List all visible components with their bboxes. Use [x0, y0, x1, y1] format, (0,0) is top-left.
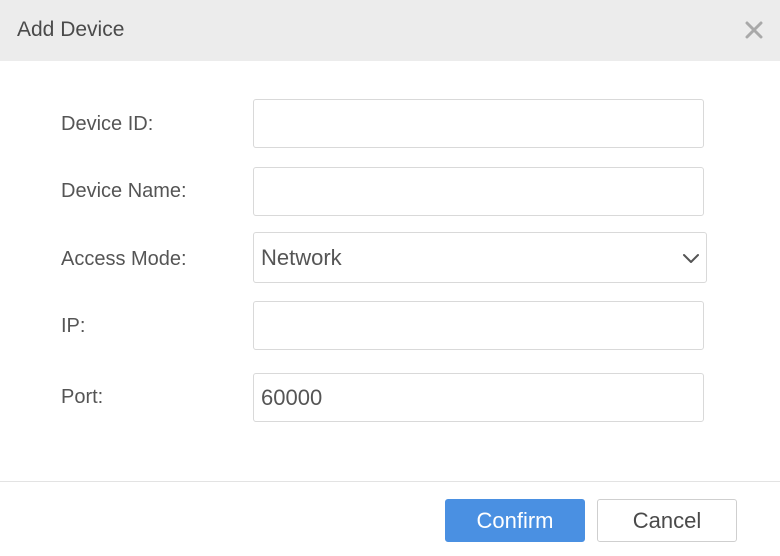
device-id-label: Device ID:	[61, 113, 154, 135]
dialog-header: Add Device	[0, 0, 780, 61]
ip-input[interactable]	[253, 301, 704, 350]
add-device-dialog: Add Device Device ID: Device Name: Acces…	[0, 0, 780, 556]
port-label: Port:	[61, 386, 104, 408]
footer-divider	[0, 481, 780, 482]
confirm-button[interactable]: Confirm	[445, 499, 585, 542]
chevron-down-icon	[682, 251, 700, 265]
ip-label: IP:	[61, 315, 86, 337]
device-name-input[interactable]	[253, 167, 704, 216]
access-mode-label: Access Mode:	[61, 248, 187, 270]
port-input[interactable]	[253, 373, 704, 422]
device-name-label: Device Name:	[61, 180, 187, 202]
cancel-button[interactable]: Cancel	[597, 499, 737, 542]
dialog-title: Add Device	[17, 18, 125, 41]
access-mode-selected-value: Network	[261, 245, 342, 270]
device-id-input[interactable]	[253, 99, 704, 148]
access-mode-select[interactable]: Network	[253, 232, 707, 283]
close-icon[interactable]	[742, 18, 766, 42]
